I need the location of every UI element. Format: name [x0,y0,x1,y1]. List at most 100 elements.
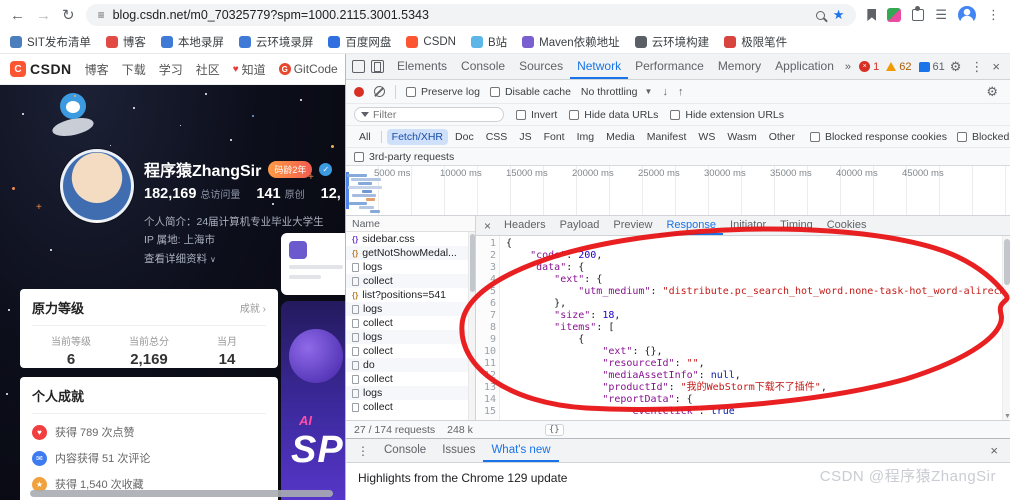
devtools-tab-sources[interactable]: Sources [512,54,570,79]
request-row[interactable]: logs [346,386,475,400]
filter-input[interactable] [373,109,497,121]
response-tab-initiator[interactable]: Initiator [723,216,773,235]
record-icon[interactable] [354,87,364,97]
invert-checkbox[interactable]: Invert [516,109,557,121]
filter-chip-doc[interactable]: Doc [450,129,479,145]
export-har-icon[interactable]: ↑ [678,86,684,98]
url-text[interactable]: blog.csdn.net/m0_70325779?spm=1000.2115.… [113,8,808,22]
more-tabs-icon[interactable]: » [842,61,854,73]
filter-chip-manifest[interactable]: Manifest [642,129,692,145]
response-tab-preview[interactable]: Preview [606,216,659,235]
devtools-close-icon[interactable]: × [988,59,1004,74]
scrollbar-thumb[interactable] [30,490,333,497]
checkbox-icon[interactable] [516,110,526,120]
network-settings-icon[interactable]: ⚙ [982,84,1002,100]
bookmark-item[interactable]: 云环境录屏 [239,34,314,50]
request-row[interactable]: collect [346,316,475,330]
hide-data-urls-checkbox[interactable]: Hide data URLs [569,109,658,121]
drawer-menu-icon[interactable]: ⋮ [352,444,374,458]
request-row[interactable]: collect [346,274,475,288]
network-timeline[interactable]: 5000 ms10000 ms15000 ms20000 ms25000 ms3… [346,166,1010,216]
bookmark-star-icon[interactable]: ★ [833,7,845,23]
request-row[interactable]: {}sidebar.css [346,232,475,246]
side-widget-card[interactable] [281,233,345,295]
bookmark-item[interactable]: 云环境构建 [635,34,710,50]
bookmark-item[interactable]: 极限笔件 [724,34,787,50]
hide-extension-urls-checkbox[interactable]: Hide extension URLs [670,109,784,121]
filter-box[interactable] [354,107,504,122]
reload-icon[interactable]: ↻ [62,8,75,23]
forward-icon[interactable]: → [36,8,51,23]
filter-chip-img[interactable]: Img [572,129,600,145]
filter-chip-ws[interactable]: WS [693,129,720,145]
scrollbar-thumb[interactable] [1004,239,1010,285]
bookmark-item[interactable]: Maven依赖地址 [522,34,620,50]
devtools-tab-performance[interactable]: Performance [628,54,711,79]
devtools-menu-icon[interactable]: ⋮ [966,59,987,75]
filter-chip-css[interactable]: CSS [481,129,513,145]
browser-menu-icon[interactable]: ⋮ [987,7,1000,23]
ad-card[interactable]: AI SP [281,301,345,500]
request-row[interactable]: collect [346,400,475,414]
name-column-header[interactable]: Name [346,216,475,232]
bookmark-ribbon-icon[interactable] [867,9,876,21]
checkbox-icon[interactable] [406,87,416,97]
address-bar[interactable]: ≡ blog.csdn.net/m0_70325779?spm=1000.211… [86,4,857,26]
scrollbar-thumb[interactable] [470,234,475,292]
throttling-dropdown[interactable]: No throttling ▼ [581,86,653,98]
filter-chip-fetch-xhr[interactable]: Fetch/XHR [387,129,448,145]
response-tab-timing[interactable]: Timing [773,216,820,235]
drawer-tab-console[interactable]: Console [376,439,434,462]
device-toolbar-icon[interactable] [371,60,384,73]
bookmark-item[interactable]: SIT发布清单 [10,34,91,50]
checkbox-icon[interactable] [810,132,820,142]
checkbox-icon[interactable] [490,87,500,97]
third-party-checkbox[interactable]: 3rd-party requests [354,151,454,163]
pretty-print-button[interactable]: {} [545,424,564,436]
blocked-cookies-checkbox[interactable]: Blocked response cookies [810,131,947,143]
site-nav-item-[interactable]: 社区 [196,61,220,78]
profile-avatar[interactable] [60,149,134,223]
site-settings-icon[interactable]: ≡ [98,8,105,22]
bookmark-item[interactable]: B站 [471,34,507,50]
browser-profile-avatar[interactable] [958,6,976,24]
devtools-tab-elements[interactable]: Elements [390,54,454,79]
devtools-tab-application[interactable]: Application [768,54,841,79]
devtools-issue-badge[interactable]: 61 [919,61,945,73]
bookmark-item[interactable]: 百度网盘 [328,34,391,50]
request-row[interactable]: {}list?positions=541 [346,288,475,302]
view-details-link[interactable]: 查看详细资料∨ [144,251,216,266]
request-row[interactable]: collect [346,372,475,386]
request-row[interactable]: logs [346,260,475,274]
close-panel-icon[interactable]: × [478,219,497,233]
filter-chip-all[interactable]: All [354,129,376,145]
devtools-error-badge[interactable]: ×1 [859,61,879,73]
site-nav-item-[interactable]: ♥知道 [233,61,266,78]
devtools-warning-badge[interactable]: 62 [886,61,911,73]
drawer-tab-what-s-new[interactable]: What's new [483,439,558,462]
drawer-close-icon[interactable]: × [984,443,1004,458]
extension-icon[interactable] [887,8,901,22]
devtools-tab-memory[interactable]: Memory [711,54,768,79]
filter-chip-js[interactable]: JS [514,129,536,145]
checkbox-icon[interactable] [957,132,967,142]
checkbox-icon[interactable] [670,110,680,120]
response-tab-response[interactable]: Response [659,216,723,235]
request-row[interactable]: logs [346,302,475,316]
site-nav-item-[interactable]: 博客 [85,61,109,78]
bookmark-item[interactable]: 本地录屏 [161,34,224,50]
requests-scrollbar[interactable] [468,232,475,420]
clear-icon[interactable] [374,86,385,97]
filter-chip-wasm[interactable]: Wasm [722,129,761,145]
achievement-link[interactable]: 成就 › [240,300,266,315]
blocked-requests-checkbox[interactable]: Blocked requests [957,131,1010,143]
filter-chip-media[interactable]: Media [601,129,640,145]
checkbox-icon[interactable] [569,110,579,120]
site-nav-item-[interactable]: 学习 [159,61,183,78]
response-scrollbar[interactable]: ▼ [1002,236,1010,420]
extensions-puzzle-icon[interactable] [912,9,924,21]
response-tab-cookies[interactable]: Cookies [820,216,874,235]
devtools-tab-network[interactable]: Network [570,54,628,79]
response-json[interactable]: { "code": 200, "data": { "ext": { "utm_m… [500,236,1010,420]
site-nav-item-[interactable]: 下载 [122,61,146,78]
